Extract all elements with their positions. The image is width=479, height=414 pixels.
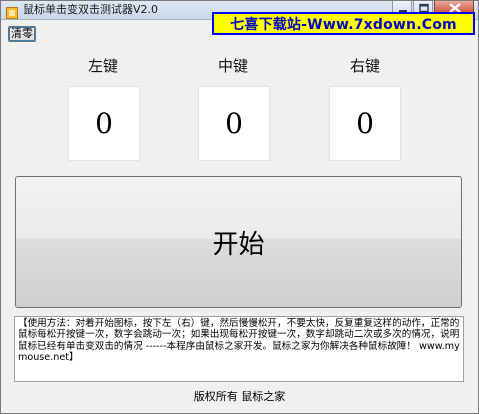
copyright-footer: 版权所有 鼠标之家 xyxy=(193,390,286,403)
right-key-counter: 0 xyxy=(329,86,401,161)
window-title: 鼠标单击变双击测试器V2.0 xyxy=(23,3,159,16)
watermark-text: 七喜下载站-Www.7xdown.Com xyxy=(230,16,457,33)
left-key-counter: 0 xyxy=(68,86,140,161)
app-window: 鼠标单击变双击测试器V2.0 七喜下载站-Www.7xdown.Com 清零 左… xyxy=(0,0,479,414)
start-button[interactable]: 开始 xyxy=(15,176,462,308)
app-icon xyxy=(6,4,18,19)
instructions-text: 【使用方法：对着开始图标，按下左（右）键，然后慢慢松开，不要太快，反复重复这样的… xyxy=(18,318,460,364)
clear-button[interactable]: 清零 xyxy=(8,26,36,42)
middle-key-label: 中键 xyxy=(217,57,248,75)
left-key-label: 左键 xyxy=(87,57,118,75)
watermark-banner: 七喜下载站-Www.7xdown.Com xyxy=(212,12,475,35)
right-key-label: 右键 xyxy=(349,57,380,75)
middle-key-counter: 0 xyxy=(198,86,270,161)
instructions-textarea[interactable]: 【使用方法：对着开始图标，按下左（右）键，然后慢慢松开，不要太快，反复重复这样的… xyxy=(14,316,464,382)
